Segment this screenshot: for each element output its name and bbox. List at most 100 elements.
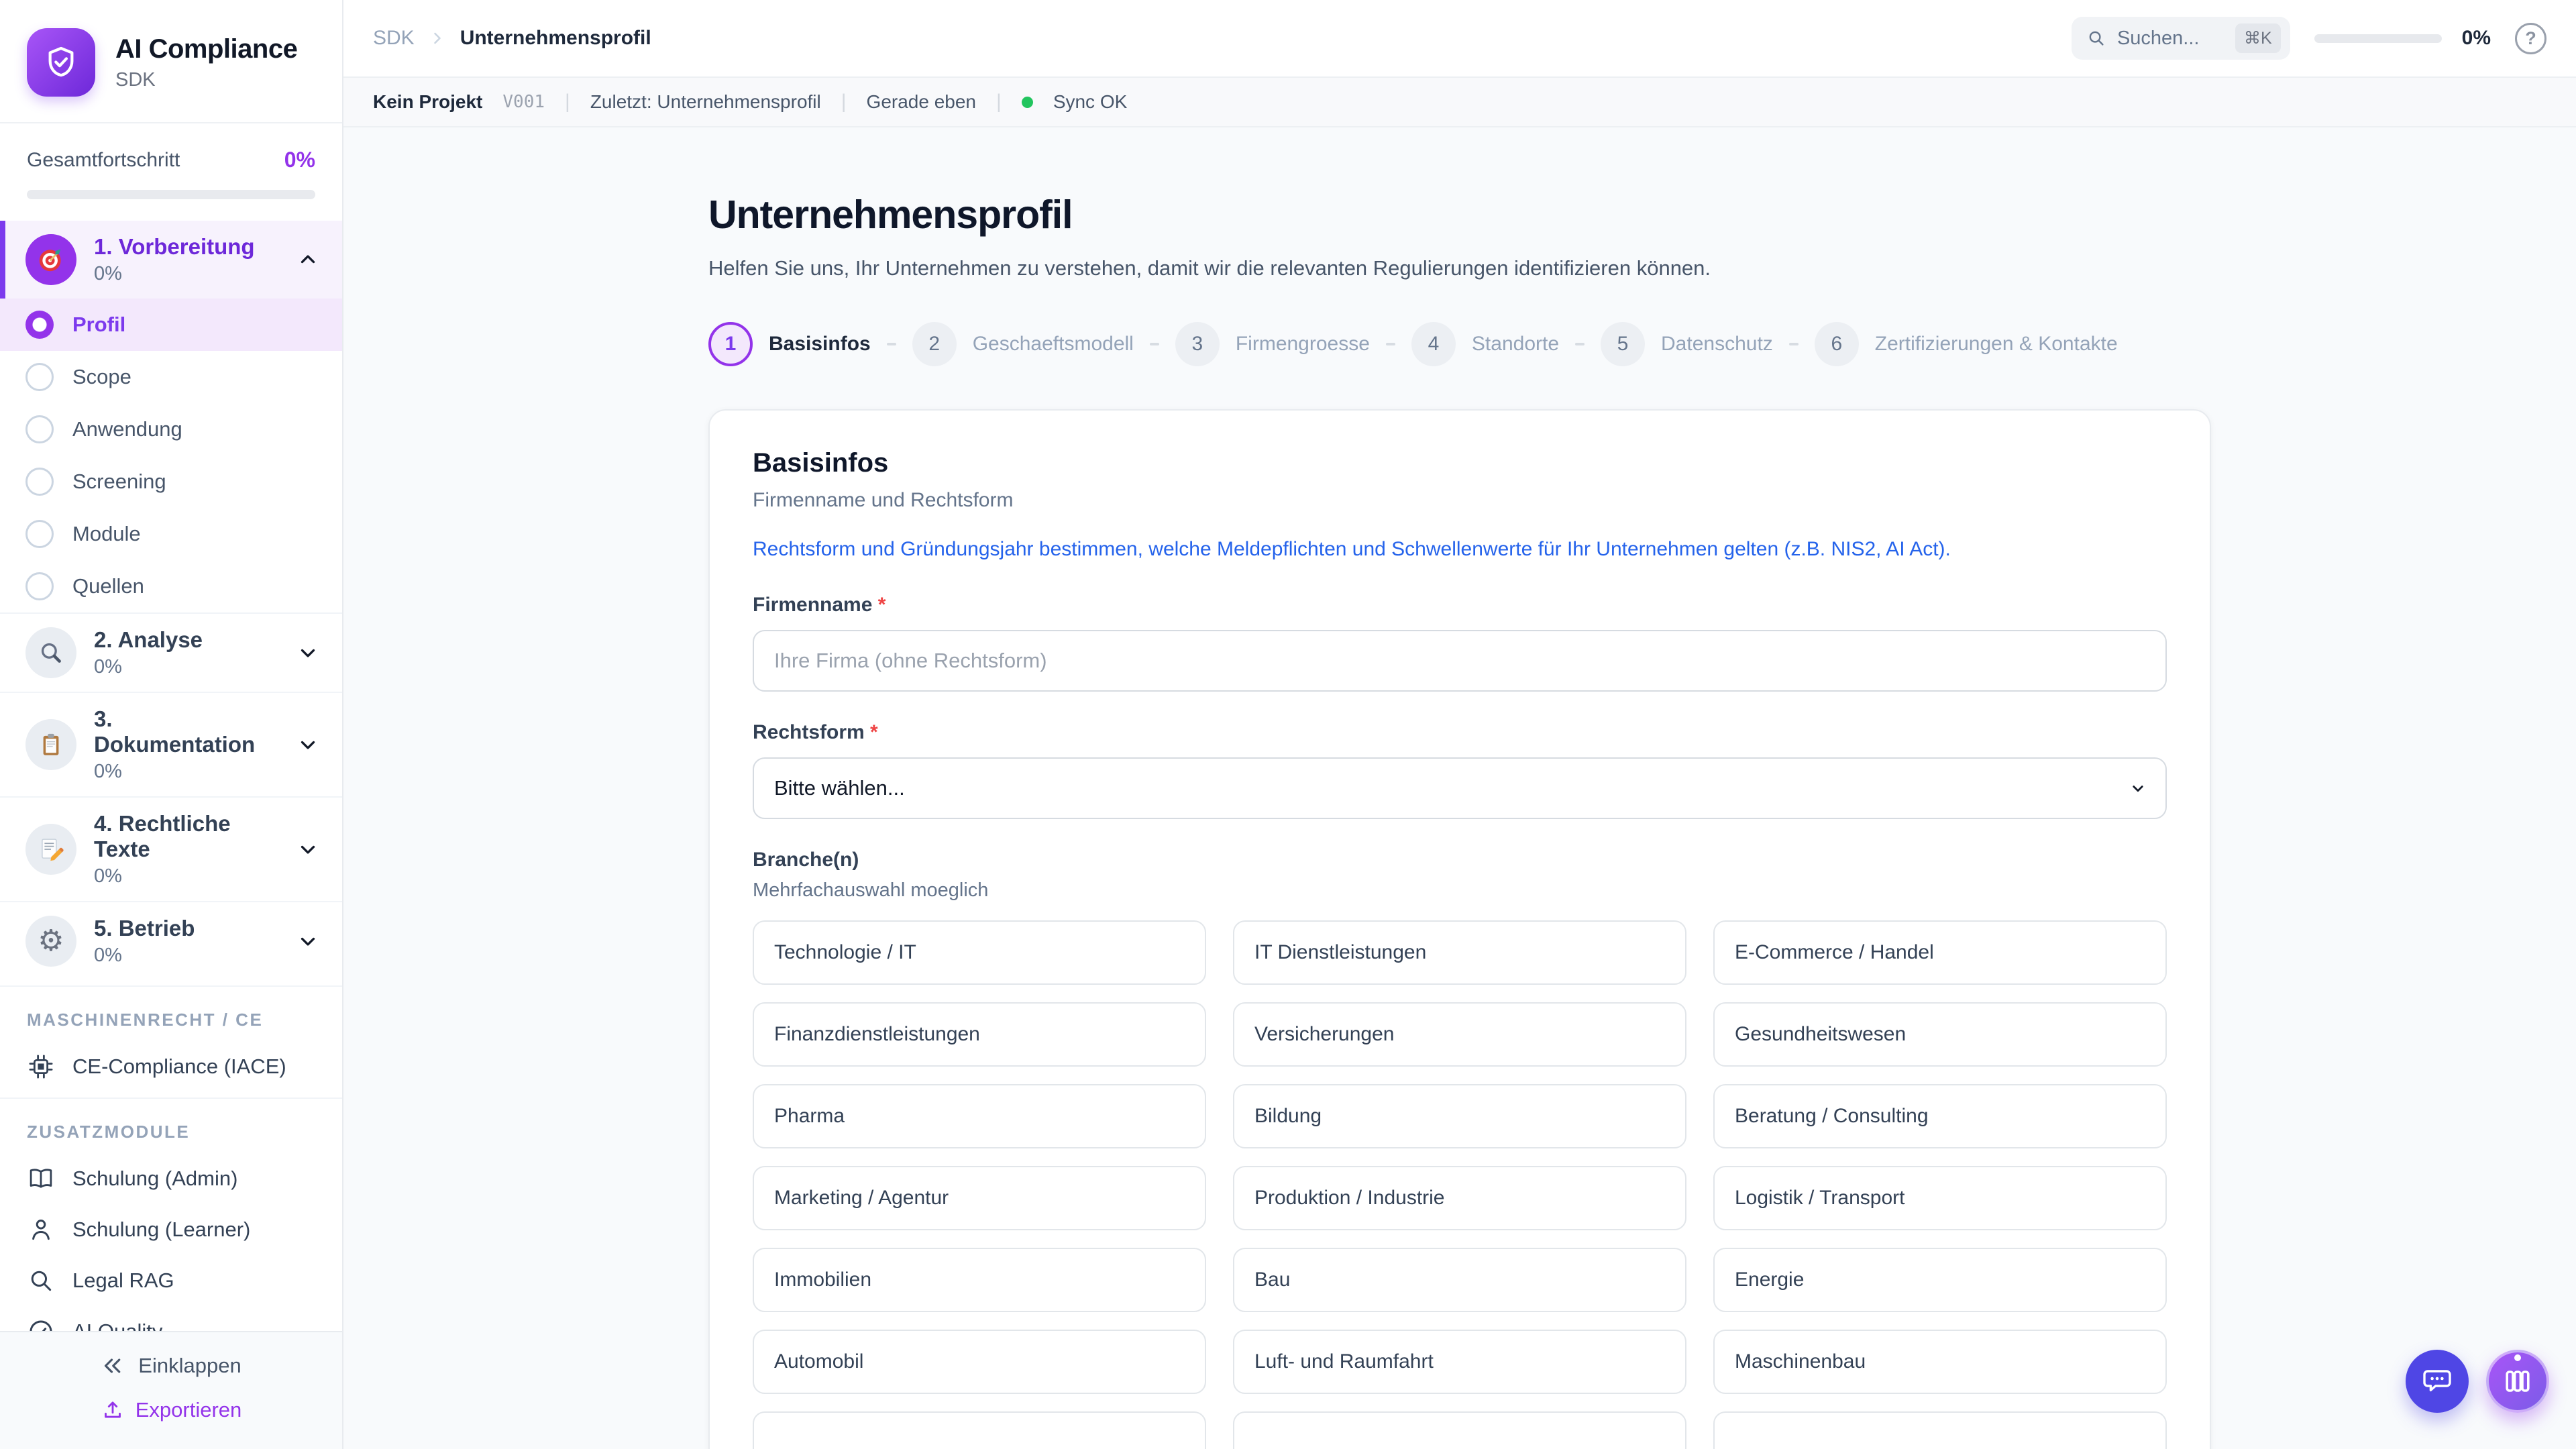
time-ago: Gerade eben bbox=[867, 91, 976, 113]
double-chevron-left-icon bbox=[101, 1354, 125, 1378]
overall-progress-value: 0% bbox=[284, 148, 315, 172]
app-subtitle: SDK bbox=[115, 69, 297, 91]
sidebar-group[interactable]: ⚙ 2. Analyse 0% bbox=[0, 612, 342, 692]
branche-option-button[interactable]: E-Commerce / Handel bbox=[1713, 920, 2167, 985]
sidebar-module-item[interactable]: Legal RAG bbox=[0, 1255, 342, 1306]
sidebar-module-item[interactable]: Schulung (Admin) bbox=[0, 1153, 342, 1204]
help-button[interactable]: ? bbox=[2515, 23, 2546, 54]
group-icon: ⚙ bbox=[25, 719, 76, 770]
breadcrumb: SDK Unternehmensprofil bbox=[373, 27, 651, 50]
card-subtitle: Firmenname und Rechtsform bbox=[753, 489, 2167, 512]
topbar: SDK Unternehmensprofil ⌘K 0% ? bbox=[343, 0, 2576, 78]
radio-icon bbox=[25, 572, 54, 600]
sidebar-group-vorbereitung[interactable]: 1. Vorbereitung 0% bbox=[0, 221, 342, 299]
branche-option-button[interactable] bbox=[1233, 1411, 1686, 1449]
sidebar-group[interactable]: ⚙ 5. Betrieb 0% bbox=[0, 901, 342, 980]
branche-option-button[interactable]: Bildung bbox=[1233, 1084, 1686, 1148]
branche-option-button[interactable]: Logistik / Transport bbox=[1713, 1166, 2167, 1230]
magnifier-icon bbox=[37, 639, 65, 667]
rechtsform-select[interactable]: Bitte wählen... bbox=[753, 757, 2167, 819]
wizard-step[interactable]: 5 Datenschutz bbox=[1559, 322, 1773, 366]
main-column: SDK Unternehmensprofil ⌘K 0% ? bbox=[343, 0, 2576, 1449]
branche-option-button[interactable]: Marketing / Agentur bbox=[753, 1166, 1206, 1230]
export-button[interactable]: Exportieren bbox=[101, 1398, 242, 1422]
sidebar-subitem[interactable]: Quellen bbox=[0, 560, 342, 612]
branche-option-button[interactable]: IT Dienstleistungen bbox=[1233, 920, 1686, 985]
chevron-down-icon bbox=[297, 641, 319, 664]
wizard-step[interactable]: 6 Zertifizierungen & Kontakte bbox=[1773, 322, 2118, 366]
sidebar: AI Compliance SDK Gesamtfortschritt 0% bbox=[0, 0, 343, 1449]
sidebar-module-label: Legal RAG bbox=[72, 1269, 174, 1293]
branche-option-button[interactable]: Immobilien bbox=[753, 1248, 1206, 1312]
app-logo bbox=[27, 28, 95, 97]
step-number: 1 bbox=[708, 322, 753, 366]
wizard-step[interactable]: 3 Firmengroesse bbox=[1134, 322, 1370, 366]
sidebar-subitem[interactable]: Scope bbox=[0, 351, 342, 403]
cpu-icon bbox=[27, 1053, 55, 1081]
breadcrumb-root[interactable]: SDK bbox=[373, 27, 415, 50]
chevron-up-icon bbox=[297, 248, 319, 271]
sidebar-subitem-label: Profil bbox=[72, 313, 125, 337]
branche-option-button[interactable] bbox=[753, 1411, 1206, 1449]
branche-option-button[interactable]: Produktion / Industrie bbox=[1233, 1166, 1686, 1230]
branche-option-button[interactable]: Beratung / Consulting bbox=[1713, 1084, 2167, 1148]
wizard-step[interactable]: 1 Basisinfos bbox=[708, 322, 871, 366]
sync-status-dot bbox=[1022, 97, 1033, 108]
overall-progress-label: Gesamtfortschritt bbox=[27, 149, 180, 172]
branche-option-button[interactable]: Maschinenbau bbox=[1713, 1330, 2167, 1394]
branche-option-button[interactable]: Energie bbox=[1713, 1248, 2167, 1312]
branche-option-button[interactable]: Gesundheitswesen bbox=[1713, 1002, 2167, 1067]
branche-option-button[interactable]: Luft- und Raumfahrt bbox=[1233, 1330, 1686, 1394]
branche-option-button[interactable]: Pharma bbox=[753, 1084, 1206, 1148]
group-label: 2. Analyse bbox=[94, 627, 203, 653]
sidebar-group[interactable]: ⚙ 4. Rechtliche Texte 0% bbox=[0, 796, 342, 901]
sidebar-subitem-label: Anwendung bbox=[72, 417, 182, 441]
sidebar-subitem[interactable]: Module bbox=[0, 508, 342, 560]
branche-label: Branche(n) bbox=[753, 849, 2167, 871]
chat-button[interactable] bbox=[2406, 1350, 2469, 1413]
wizard-step[interactable]: 4 Standorte bbox=[1370, 322, 1559, 366]
section-heading-maschinenrecht: MASCHINENRECHT / CE bbox=[0, 985, 342, 1041]
sidebar-subitem-label: Module bbox=[72, 522, 141, 546]
branche-option-button[interactable]: Finanzdienstleistungen bbox=[753, 1002, 1206, 1067]
wizard-step[interactable]: 2 Geschaeftsmodell bbox=[871, 322, 1134, 366]
sidebar-subitem-label: Screening bbox=[72, 470, 166, 494]
rechtsform-selected-value: Bitte wählen... bbox=[774, 776, 905, 800]
sidebar-subitem[interactable]: Profil bbox=[0, 299, 342, 351]
sidebar-subitem[interactable]: Anwendung bbox=[0, 403, 342, 455]
sidebar-module-item[interactable]: CE-Compliance (IACE) bbox=[0, 1041, 342, 1092]
basisinfos-card: Basisinfos Firmenname und Rechtsform Rec… bbox=[708, 409, 2211, 1449]
branche-option-button[interactable]: Bau bbox=[1233, 1248, 1686, 1312]
branche-option-button[interactable]: Technologie / IT bbox=[753, 920, 1206, 985]
radio-icon bbox=[25, 520, 54, 548]
search-input[interactable] bbox=[2117, 28, 2224, 50]
firmenname-input[interactable] bbox=[753, 630, 2167, 692]
branche-option-button[interactable] bbox=[1713, 1411, 2167, 1449]
sidebar-module-label: CE-Compliance (IACE) bbox=[72, 1055, 286, 1079]
group-icon: ⚙ bbox=[25, 916, 76, 967]
step-separator bbox=[1386, 343, 1395, 345]
keyboard-shortcut-badge: ⌘K bbox=[2235, 23, 2281, 53]
collapse-sidebar-button[interactable]: Einklappen bbox=[101, 1354, 241, 1378]
sidebar-subitem[interactable]: Screening bbox=[0, 455, 342, 508]
chevron-down-icon bbox=[297, 838, 319, 861]
search-box[interactable]: ⌘K bbox=[2072, 17, 2290, 60]
sidebar-footer: Einklappen Exportieren bbox=[0, 1331, 342, 1449]
branche-hint: Mehrfachauswahl moeglich bbox=[753, 879, 2167, 902]
export-label: Exportieren bbox=[136, 1398, 242, 1422]
topbar-progress-track bbox=[2314, 34, 2442, 43]
sidebar-module-item[interactable]: AI Quality bbox=[0, 1306, 342, 1331]
sidebar-group[interactable]: ⚙ 3. Dokumentation 0% bbox=[0, 692, 342, 796]
group-progress: 0% bbox=[94, 263, 255, 285]
target-icon bbox=[25, 234, 76, 285]
branche-option-button[interactable]: Versicherungen bbox=[1233, 1002, 1686, 1067]
version-badge: V001 bbox=[502, 92, 545, 112]
step-number: 3 bbox=[1175, 322, 1220, 366]
step-label: Basisinfos bbox=[769, 333, 871, 356]
branche-option-button[interactable]: Automobil bbox=[753, 1330, 1206, 1394]
rechtsform-label: Rechtsform * bbox=[753, 721, 2167, 744]
panels-button[interactable] bbox=[2486, 1350, 2549, 1413]
sidebar-module-item[interactable]: Schulung (Learner) bbox=[0, 1204, 342, 1255]
step-number: 2 bbox=[912, 322, 957, 366]
divider: | bbox=[841, 91, 847, 113]
